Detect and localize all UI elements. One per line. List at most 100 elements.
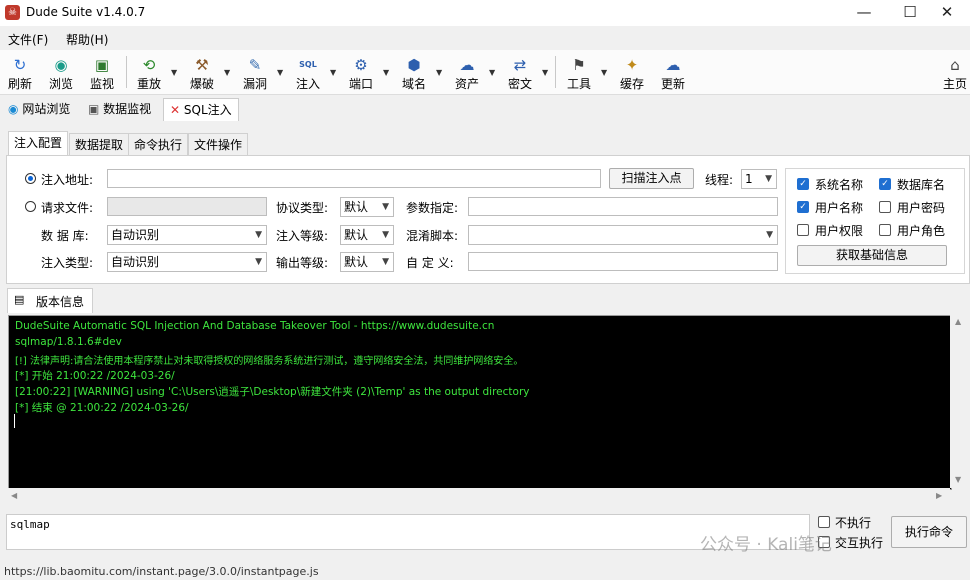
user-role-label: 用户角色 xyxy=(897,224,946,238)
user-name-checkbox[interactable]: ✓ xyxy=(797,201,809,213)
level-select[interactable]: 默认 ▼ xyxy=(340,225,394,245)
replay-button[interactable]: ⟲ 重放 xyxy=(129,50,169,94)
tab-file-ops[interactable]: 文件操作 xyxy=(188,133,249,156)
toolbar-separator xyxy=(126,56,127,88)
chevron-down-icon: ▼ xyxy=(382,230,389,240)
no-exec-label: 不执行 xyxy=(835,516,872,530)
target-url-radio[interactable] xyxy=(25,173,36,184)
system-name-checkbox[interactable]: ✓ xyxy=(797,178,809,190)
scroll-left-icon[interactable]: ◀ xyxy=(11,491,17,500)
custom-input[interactable] xyxy=(468,252,778,271)
param-input[interactable] xyxy=(468,197,778,216)
document-tabs: ◉ 网站浏览 ▣ 数据监视 ✕ SQL注入 xyxy=(0,96,970,122)
inject-type-select[interactable]: 自动识别 ▼ xyxy=(107,252,267,272)
user-role-checkbox[interactable] xyxy=(879,224,891,236)
fetch-basic-info-button[interactable]: 获取基础信息 xyxy=(797,245,947,266)
chevron-down-icon[interactable]: ▼ xyxy=(542,68,548,77)
port-icon: ⚙ xyxy=(354,56,368,74)
tab-data-monitor[interactable]: ▣ 数据监视 xyxy=(82,98,157,120)
cache-button[interactable]: ✦ 缓存 xyxy=(612,50,652,94)
scroll-down-icon[interactable]: ▼ xyxy=(955,475,961,484)
tamper-label: 混淆脚本: xyxy=(406,229,459,243)
chevron-down-icon[interactable]: ▼ xyxy=(277,68,283,77)
sql-inject-button[interactable]: SQL 注入 xyxy=(288,50,328,94)
cipher-icon: ⇄ xyxy=(513,56,527,74)
exec-command-button[interactable]: 执行命令 xyxy=(891,516,967,548)
tab-data-extract[interactable]: 数据提取 xyxy=(69,133,130,156)
threads-select[interactable]: 1 ▼ xyxy=(741,169,777,189)
protocol-select[interactable]: 默认 ▼ xyxy=(340,197,394,217)
scroll-right-icon[interactable]: ▶ xyxy=(936,491,942,500)
tools-button[interactable]: ⚑ 工具 xyxy=(559,50,599,94)
vuln-button[interactable]: ✎ 漏洞 xyxy=(235,50,275,94)
asset-button[interactable]: ☁ 资产 xyxy=(447,50,487,94)
request-file-input[interactable] xyxy=(107,197,267,216)
tab-sql-injection[interactable]: ✕ SQL注入 xyxy=(163,98,239,121)
menu-file[interactable]: 文件(F) xyxy=(8,31,48,48)
tab-inject-config[interactable]: 注入配置 xyxy=(8,131,69,156)
bruteforce-button[interactable]: ⚒ 爆破 xyxy=(182,50,222,94)
app-logo-icon: ☠ xyxy=(5,5,20,20)
request-file-radio[interactable] xyxy=(25,201,36,212)
toolbar-separator xyxy=(555,56,556,88)
monitor-icon: ▣ xyxy=(94,56,110,74)
tools-icon: ⚑ xyxy=(572,56,586,74)
database-name-checkbox[interactable]: ✓ xyxy=(879,178,891,190)
no-exec-checkbox[interactable] xyxy=(818,516,830,528)
chevron-down-icon: ▼ xyxy=(766,230,773,240)
console-line: [*] 结束 @ 21:00:22 /2024-03-26/ xyxy=(15,402,189,414)
verbose-select[interactable]: 默认 ▼ xyxy=(340,252,394,272)
tab-version-info[interactable]: ▤ 版本信息 xyxy=(7,288,93,313)
home-button[interactable]: ⌂ 主页 xyxy=(935,50,970,94)
chevron-down-icon[interactable]: ▼ xyxy=(330,68,336,77)
database-label: 数 据 库: xyxy=(41,229,89,243)
cipher-button[interactable]: ⇄ 密文 xyxy=(500,50,540,94)
inject-type-label: 注入类型: xyxy=(41,256,94,270)
chevron-down-icon[interactable]: ▼ xyxy=(436,68,442,77)
console-output[interactable]: DudeSuite Automatic SQL Injection And Da… xyxy=(8,315,952,490)
database-name-label: 数据库名 xyxy=(897,178,946,192)
close-window-button[interactable]: ✕ xyxy=(924,0,970,26)
user-privilege-checkbox[interactable] xyxy=(797,224,809,236)
refresh-button[interactable]: ↻ 刷新 xyxy=(0,50,40,94)
tamper-select[interactable]: ▼ xyxy=(468,225,778,245)
port-button[interactable]: ⚙ 端口 xyxy=(341,50,381,94)
browser-icon: ◉ xyxy=(54,56,68,74)
verbose-label: 输出等级: xyxy=(276,256,329,270)
chevron-down-icon[interactable]: ▼ xyxy=(601,68,607,77)
chevron-down-icon[interactable]: ▼ xyxy=(171,68,177,77)
bug-icon: ✎ xyxy=(248,56,262,74)
command-input[interactable]: sqlmap xyxy=(6,514,810,550)
scan-inject-button[interactable]: 扫描注入点 xyxy=(609,168,694,189)
window-title: Dude Suite v1.4.0.7 xyxy=(26,5,146,19)
close-icon[interactable]: ✕ xyxy=(170,103,180,117)
domain-button[interactable]: ⬢ 域名 xyxy=(394,50,434,94)
console-line: [!] 法律声明:请合法使用本程序禁止对未取得授权的网络服务系统进行测试，遵守网… xyxy=(15,356,524,367)
status-bar: https://lib.baomitu.com/instant.page/3.0… xyxy=(0,562,970,580)
refresh-icon: ↻ xyxy=(13,56,27,74)
vertical-scrollbar[interactable]: ▲ ▼ xyxy=(950,315,968,488)
user-password-checkbox[interactable] xyxy=(879,201,891,213)
browse-button[interactable]: ◉ 浏览 xyxy=(41,50,81,94)
chevron-down-icon[interactable]: ▼ xyxy=(383,68,389,77)
level-label: 注入等级: xyxy=(276,229,329,243)
database-select[interactable]: 自动识别 ▼ xyxy=(107,225,267,245)
asset-icon: ☁ xyxy=(459,56,475,74)
target-url-input[interactable] xyxy=(107,169,601,188)
request-file-label: 请求文件: xyxy=(41,201,94,215)
chevron-down-icon[interactable]: ▼ xyxy=(224,68,230,77)
scroll-up-icon[interactable]: ▲ xyxy=(955,317,961,326)
edge-icon: ◉ xyxy=(8,102,19,116)
home-icon: ⌂ xyxy=(950,56,960,74)
update-button[interactable]: ☁ 更新 xyxy=(653,50,693,94)
hammer-icon: ⚒ xyxy=(195,56,209,74)
menu-bar: 文件(F) 帮助(H) xyxy=(0,27,970,49)
menu-help[interactable]: 帮助(H) xyxy=(66,31,108,48)
horizontal-scrollbar[interactable]: ◀ ▶ xyxy=(8,488,950,504)
monitor-button[interactable]: ▣ 监视 xyxy=(82,50,122,94)
replay-icon: ⟲ xyxy=(142,56,156,74)
minimize-button[interactable]: — xyxy=(841,0,887,26)
tab-web-browse[interactable]: ◉ 网站浏览 xyxy=(2,98,76,120)
chevron-down-icon[interactable]: ▼ xyxy=(489,68,495,77)
tab-command-exec[interactable]: 命令执行 xyxy=(128,133,189,156)
